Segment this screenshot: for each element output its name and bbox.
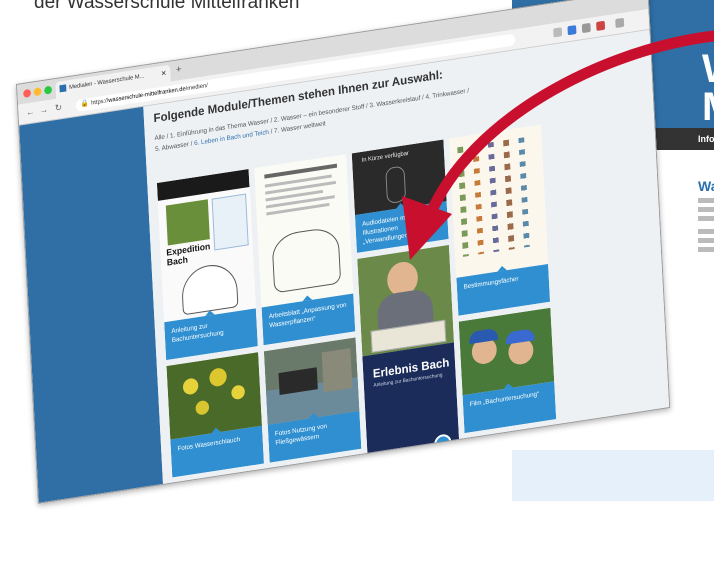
red-arrow-icon	[402, 30, 714, 260]
